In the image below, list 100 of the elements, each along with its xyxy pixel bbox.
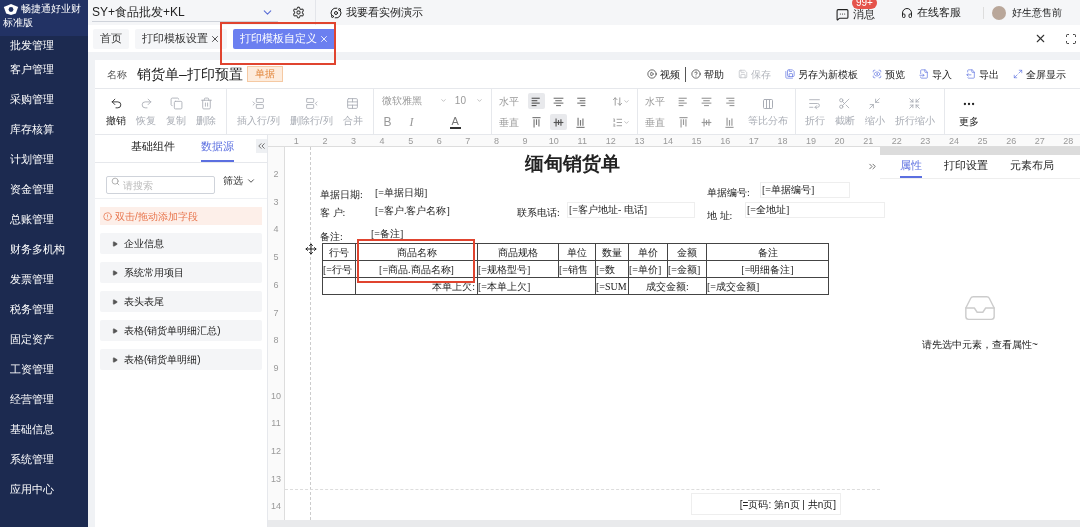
ruler-mark: 4 <box>378 137 386 146</box>
dropdown-button[interactable] <box>611 116 630 128</box>
nav-item[interactable]: 采购管理 <box>0 84 88 114</box>
chevron-down-icon <box>622 97 630 105</box>
nav-item[interactable]: 应用中心 <box>0 474 88 504</box>
nav-item[interactable]: 固定资产 <box>0 324 88 354</box>
action-button[interactable]: 另存为新模板 <box>785 66 858 82</box>
ruler-mark: 10 <box>547 137 560 146</box>
document-title: 缅甸销货单 <box>525 152 620 176</box>
table-cell: [=行号 <box>322 260 356 278</box>
shrink-arrows-icon <box>908 97 922 110</box>
expand-icon[interactable] <box>867 161 878 172</box>
account-select[interactable]: SY+食品批发+KL <box>92 3 278 22</box>
align-button[interactable] <box>549 114 567 130</box>
insert-row-icon <box>251 97 265 110</box>
nav-item[interactable]: 经营管理 <box>0 384 88 414</box>
action-button[interactable]: 视频 <box>647 66 686 82</box>
nav-item[interactable]: 税务管理 <box>0 294 88 324</box>
align-button[interactable] <box>527 93 545 109</box>
fullscreen-icon[interactable] <box>1065 32 1077 45</box>
ruler-mark: 22 <box>890 137 903 146</box>
nav-item[interactable]: 资金管理 <box>0 174 88 204</box>
nav-item[interactable]: 财务多机构 <box>0 234 88 264</box>
save-icon <box>738 69 748 79</box>
nav-item[interactable]: 库存核算 <box>0 114 88 144</box>
toolbar-button[interactable]: 撤销 <box>101 97 131 126</box>
name-label: 名称 <box>107 67 127 82</box>
action-button[interactable]: 预览 <box>872 66 905 82</box>
chevron-down-icon <box>439 96 447 104</box>
template-field[interactable]: [=备注] <box>369 226 406 242</box>
action-button[interactable]: 全屏显示 <box>1013 66 1066 82</box>
field-label: 备注: <box>320 230 343 244</box>
align-icon <box>722 115 736 129</box>
template-field[interactable]: [=客户地址- 电话] <box>567 202 695 218</box>
caret-right-icon <box>112 298 118 305</box>
panel-tab[interactable]: 数据源 <box>201 137 234 162</box>
tab[interactable]: 打印模板自定义 <box>233 28 336 49</box>
distribute-label: 垂直 <box>644 115 666 130</box>
collapse-icon[interactable] <box>256 139 267 153</box>
chat-icon <box>836 8 849 21</box>
demo-link[interactable]: 我要看实例演示 <box>330 4 423 21</box>
messages-button[interactable]: 消息 99+ <box>836 2 875 23</box>
more-button[interactable]: 更多 <box>958 96 979 127</box>
ruler-mark: 8 <box>492 137 500 146</box>
action-button[interactable]: 导出 <box>966 66 999 82</box>
panel-tab[interactable]: 元素布局 <box>1010 156 1054 178</box>
template-field[interactable]: [=单据编号] <box>760 182 850 198</box>
ruler-mark: 2 <box>272 168 280 182</box>
template-field[interactable]: [=客户.客户名称] <box>373 203 452 219</box>
nav-item[interactable]: 计划管理 <box>0 144 88 174</box>
ruler-mark: 16 <box>719 137 732 146</box>
table-cell: [=数 <box>595 260 629 278</box>
panel-tab[interactable]: 基础组件 <box>131 137 175 162</box>
settings-icon[interactable] <box>292 6 305 19</box>
empty-message: 请先选中元素，查看属性~ <box>922 338 1038 352</box>
table-cell: [=商品.商品名称] <box>355 260 478 278</box>
close-icon[interactable] <box>1034 32 1047 45</box>
align-icon <box>551 115 565 129</box>
tree-group[interactable]: 表头表尾 <box>100 291 262 312</box>
table-cell: [=SUM <box>595 277 629 295</box>
avatar[interactable] <box>992 5 1006 20</box>
table-cell: [=明细备注] <box>706 260 829 278</box>
ruler-mark: 25 <box>976 137 989 146</box>
text-direction-icon <box>611 95 623 107</box>
nav-item[interactable]: 系统管理 <box>0 444 88 474</box>
tab[interactable]: 首页 <box>93 28 129 49</box>
action-button[interactable]: 导入 <box>919 66 952 82</box>
user-name[interactable]: 好生意售前 <box>1012 5 1062 20</box>
ruler-mark: 24 <box>947 137 960 146</box>
template-name: 销货单–打印预置 <box>137 64 243 84</box>
align-label: 垂直 <box>498 115 520 130</box>
align-label: 水平 <box>498 94 520 109</box>
nav-item[interactable]: 总账管理 <box>0 204 88 234</box>
panel-tab[interactable]: 打印设置 <box>944 156 988 178</box>
close-icon[interactable] <box>210 33 220 44</box>
tree-group[interactable]: 表格(销货单明细) <box>100 349 262 370</box>
panel-tab[interactable]: 属性 <box>900 156 922 178</box>
ruler-mark: 6 <box>272 278 280 292</box>
font-color-button[interactable]: A <box>449 114 461 129</box>
template-field[interactable]: [=单据日期] <box>373 185 430 201</box>
nav-item[interactable]: 批发管理 <box>0 36 88 54</box>
ruler-mark: 11 <box>576 137 588 146</box>
planet-icon <box>330 6 342 19</box>
support-button[interactable]: 在线客服 <box>901 4 961 21</box>
tree-group[interactable]: 表格(销货单明细汇总) <box>100 320 262 341</box>
tree-group[interactable]: 系统常用项目 <box>100 262 262 283</box>
nav-item[interactable]: 基础信息 <box>0 414 88 444</box>
column-header: 行号 <box>322 243 356 261</box>
action-button[interactable]: 帮助 <box>691 66 724 82</box>
nav-item[interactable]: 发票管理 <box>0 264 88 294</box>
tab[interactable]: 打印模板设置 <box>135 28 227 49</box>
template-field[interactable]: [=全地址] <box>745 202 885 218</box>
page-number-field[interactable]: [=页码: 第n页 | 共n页] <box>691 493 841 515</box>
tree-group[interactable]: 企业信息 <box>100 233 262 254</box>
nav-item[interactable]: 客户管理 <box>0 54 88 84</box>
filter-dropdown[interactable]: 筛选 <box>223 173 256 188</box>
wrap-text-icon <box>808 97 822 110</box>
search-field[interactable]: 请搜索 <box>106 176 215 194</box>
dropdown-button[interactable] <box>611 95 630 107</box>
nav-item[interactable]: 工资管理 <box>0 354 88 384</box>
